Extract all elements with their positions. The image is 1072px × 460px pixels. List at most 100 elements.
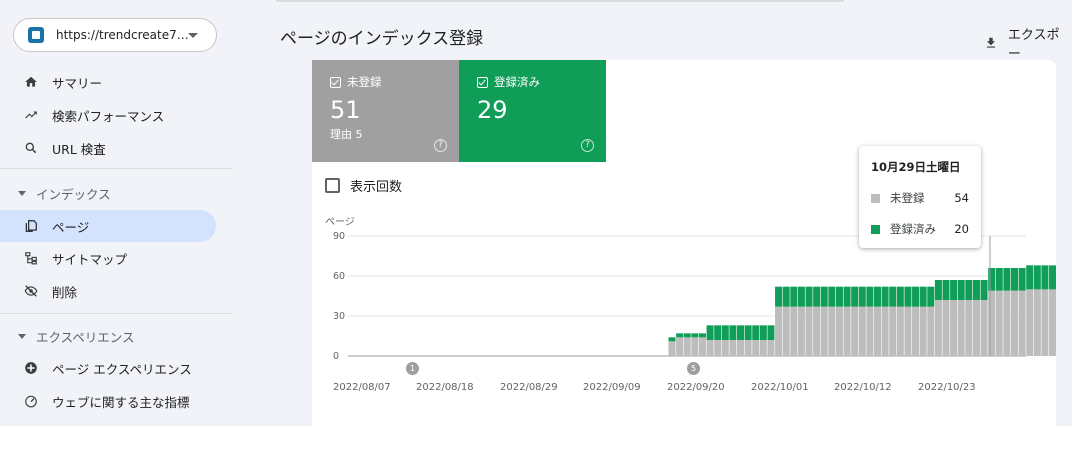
section-index-toggle[interactable]: インデックス xyxy=(0,179,216,207)
bar-unindexed[interactable] xyxy=(820,306,828,356)
bar-unindexed[interactable] xyxy=(767,340,775,356)
bar-indexed[interactable] xyxy=(706,325,714,340)
bar-unindexed[interactable] xyxy=(706,340,714,356)
tile-indexed[interactable]: 登録済み 29 ? xyxy=(459,60,606,162)
bar-unindexed[interactable] xyxy=(1018,290,1026,356)
bar-indexed[interactable] xyxy=(1026,265,1034,290)
bar-indexed[interactable] xyxy=(676,333,684,338)
bar-indexed[interactable] xyxy=(919,286,927,307)
bar-unindexed[interactable] xyxy=(972,300,980,356)
bar-unindexed[interactable] xyxy=(813,306,821,356)
bar-indexed[interactable] xyxy=(1033,265,1041,290)
bar-indexed[interactable] xyxy=(874,286,882,307)
bar-indexed[interactable] xyxy=(988,268,996,291)
bar-unindexed[interactable] xyxy=(965,300,973,356)
tile-unindexed[interactable]: 未登録 51 理由 5 ? xyxy=(312,60,459,162)
bar-unindexed[interactable] xyxy=(759,340,767,356)
bar-unindexed[interactable] xyxy=(1026,289,1034,356)
bar-indexed[interactable] xyxy=(820,286,828,307)
bar-indexed[interactable] xyxy=(835,286,843,307)
bar-indexed[interactable] xyxy=(668,337,676,342)
bar-indexed[interactable] xyxy=(767,325,775,340)
bar-indexed[interactable] xyxy=(904,286,912,307)
bar-indexed[interactable] xyxy=(1049,265,1056,290)
bar-unindexed[interactable] xyxy=(950,300,958,356)
bar-unindexed[interactable] xyxy=(790,306,798,356)
bar-unindexed[interactable] xyxy=(835,306,843,356)
bar-unindexed[interactable] xyxy=(942,300,950,356)
bar-indexed[interactable] xyxy=(790,286,798,307)
sidebar-item-summary[interactable]: サマリー xyxy=(0,66,216,98)
bar-indexed[interactable] xyxy=(843,286,851,307)
bar-indexed[interactable] xyxy=(759,325,767,340)
bar-unindexed[interactable] xyxy=(1010,290,1018,356)
bar-indexed[interactable] xyxy=(927,286,935,307)
bar-unindexed[interactable] xyxy=(775,306,783,356)
sidebar-item-page-experience[interactable]: ページ エクスペリエンス xyxy=(0,352,216,384)
bar-unindexed[interactable] xyxy=(858,306,866,356)
bar-unindexed[interactable] xyxy=(676,337,684,356)
bar-unindexed[interactable] xyxy=(744,340,752,356)
export-button[interactable]: エクスポー xyxy=(984,24,1072,62)
bar-unindexed[interactable] xyxy=(828,306,836,356)
bar-unindexed[interactable] xyxy=(729,340,737,356)
bar-indexed[interactable] xyxy=(858,286,866,307)
bar-indexed[interactable] xyxy=(881,286,889,307)
bar-indexed[interactable] xyxy=(957,280,965,300)
sidebar-item-pages[interactable]: ページ xyxy=(0,210,216,242)
bar-indexed[interactable] xyxy=(866,286,874,307)
bar-unindexed[interactable] xyxy=(797,306,805,356)
bar-indexed[interactable] xyxy=(714,325,722,340)
bar-unindexed[interactable] xyxy=(805,306,813,356)
bar-unindexed[interactable] xyxy=(980,300,988,356)
bar-indexed[interactable] xyxy=(698,333,706,338)
help-icon[interactable]: ? xyxy=(581,139,594,152)
bar-indexed[interactable] xyxy=(889,286,897,307)
bar-unindexed[interactable] xyxy=(904,306,912,356)
help-icon[interactable]: ? xyxy=(434,139,447,152)
bar-unindexed[interactable] xyxy=(1049,289,1056,356)
section-experience-toggle[interactable]: エクスペリエンス xyxy=(0,322,216,350)
bar-unindexed[interactable] xyxy=(851,306,859,356)
bar-indexed[interactable] xyxy=(775,286,783,307)
bar-unindexed[interactable] xyxy=(919,306,927,356)
bar-indexed[interactable] xyxy=(752,325,760,340)
bar-unindexed[interactable] xyxy=(934,300,942,356)
bar-unindexed[interactable] xyxy=(912,306,920,356)
bar-indexed[interactable] xyxy=(980,280,988,300)
bar-unindexed[interactable] xyxy=(698,337,706,356)
bar-indexed[interactable] xyxy=(721,325,729,340)
bar-unindexed[interactable] xyxy=(668,341,676,356)
checkbox-checked-icon[interactable] xyxy=(477,76,488,88)
bar-unindexed[interactable] xyxy=(1033,289,1041,356)
bar-indexed[interactable] xyxy=(805,286,813,307)
bar-indexed[interactable] xyxy=(691,333,699,338)
bar-indexed[interactable] xyxy=(896,286,904,307)
bar-unindexed[interactable] xyxy=(843,306,851,356)
bar-unindexed[interactable] xyxy=(957,300,965,356)
sidebar-item-removals[interactable]: 削除 xyxy=(0,275,216,307)
bar-indexed[interactable] xyxy=(934,280,942,300)
bar-unindexed[interactable] xyxy=(896,306,904,356)
bar-indexed[interactable] xyxy=(912,286,920,307)
sidebar-item-core-web-vitals[interactable]: ウェブに関する主な指標 xyxy=(0,385,216,417)
bar-indexed[interactable] xyxy=(813,286,821,307)
bar-indexed[interactable] xyxy=(797,286,805,307)
bar-unindexed[interactable] xyxy=(691,337,699,356)
bar-indexed[interactable] xyxy=(942,280,950,300)
annotation-marker[interactable]: 1 xyxy=(406,362,419,375)
bar-unindexed[interactable] xyxy=(866,306,874,356)
bar-unindexed[interactable] xyxy=(721,340,729,356)
bar-indexed[interactable] xyxy=(744,325,752,340)
bar-unindexed[interactable] xyxy=(714,340,722,356)
property-selector[interactable]: https://trendcreate7… xyxy=(13,18,217,52)
impressions-checkbox[interactable]: 表示回数 xyxy=(325,176,402,195)
bar-indexed[interactable] xyxy=(828,286,836,307)
annotation-marker[interactable]: 5 xyxy=(687,362,700,375)
bar-indexed[interactable] xyxy=(782,286,790,307)
checkbox-checked-icon[interactable] xyxy=(330,76,341,88)
bar-indexed[interactable] xyxy=(729,325,737,340)
sidebar-item-url-inspection[interactable]: URL 検査 xyxy=(0,132,216,164)
checkbox-unchecked-icon[interactable] xyxy=(325,178,340,193)
bar-unindexed[interactable] xyxy=(881,306,889,356)
